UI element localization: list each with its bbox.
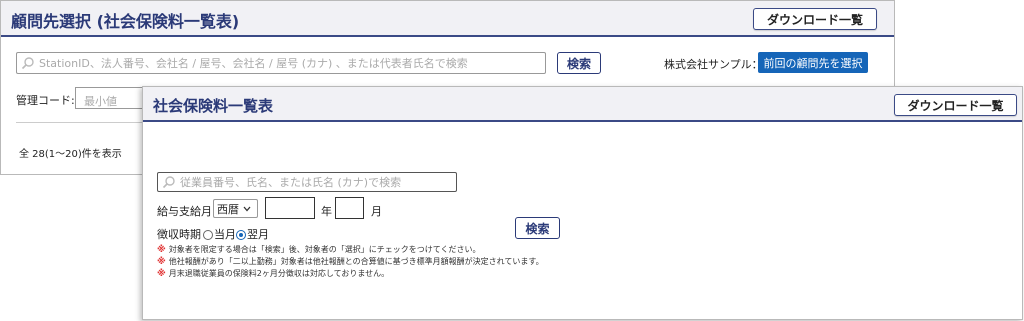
client-search-placeholder: StationID、法人番号、会社名 / 屋号、会社名 / 屋号 (カナ) 、ま… [39, 57, 468, 70]
note-text: 月末退職従業員の保険料2ヶ月分徴収は対応しておりません。 [168, 269, 390, 278]
employee-search-placeholder: 従業員番号、氏名、または氏名 (カナ)で検索 [180, 176, 402, 189]
search-icon [162, 176, 175, 189]
chevron-down-icon [243, 206, 251, 211]
note-text: 対象者を限定する場合は「検索」後、対象者の「選択」にチェックをつけてください。 [168, 245, 481, 254]
insurance-list-header: 社会保険料一覧表 ダウンロード一覧 [143, 87, 1022, 122]
year-input[interactable] [265, 197, 315, 219]
radio-current-month[interactable] [203, 230, 213, 240]
client-search-button[interactable]: 検索 [557, 52, 601, 74]
pay-month-label: 給与支給月 [157, 205, 212, 218]
collection-option-current[interactable]: 当月 [203, 226, 236, 242]
client-search-input[interactable]: StationID、法人番号、会社名 / 屋号、会社名 / 屋号 (カナ) 、ま… [16, 52, 546, 74]
search-icon [21, 57, 34, 70]
client-selection-header: 顧問先選択 (社会保険料一覧表) ダウンロード一覧 [1, 1, 894, 37]
employee-search-button[interactable]: 検索 [515, 217, 560, 239]
note-mark: ※ [157, 268, 166, 279]
option-next-label: 翌月 [247, 228, 269, 241]
collection-option-next[interactable]: 翌月 [236, 226, 269, 242]
note-mark: ※ [157, 256, 166, 267]
management-code-min-input[interactable]: 最小値 [75, 87, 147, 109]
option-current-label: 当月 [214, 228, 236, 241]
month-unit-label: 月 [371, 205, 382, 218]
insurance-list-title: 社会保険料一覧表 [153, 97, 274, 115]
note-item: ※ 対象者を限定する場合は「検索」後、対象者の「選択」にチェックをつけてください… [157, 244, 481, 255]
download-list-button[interactable]: ダウンロード一覧 [894, 94, 1017, 116]
company-name-label: 株式会社サンプル： [664, 58, 763, 71]
result-count-text: 全 28(1〜20)件を表示 [19, 149, 122, 160]
note-item: ※ 月末退職従業員の保険料2ヶ月分徴収は対応しておりません。 [157, 268, 389, 279]
radio-next-month[interactable] [236, 230, 246, 240]
note-item: ※ 他社報酬があり「二以上勤務」対象者は他社報酬との合算値に基づき標準月額報酬が… [157, 256, 544, 267]
client-selection-title: 顧問先選択 (社会保険料一覧表) [11, 12, 240, 31]
divider [16, 122, 144, 123]
year-unit-label: 年 [321, 205, 332, 218]
note-text: 他社報酬があり「二以上勤務」対象者は他社報酬との合算値に基づき標準月額報酬が決定… [168, 257, 544, 266]
era-select[interactable]: 西暦 [213, 199, 258, 218]
insurance-list-window: 社会保険料一覧表 ダウンロード一覧 従業員番号、氏名、または氏名 (カナ)で検索… [142, 86, 1023, 320]
download-list-button[interactable]: ダウンロード一覧 [753, 8, 877, 30]
era-select-value: 西暦 [217, 202, 239, 216]
employee-search-input[interactable]: 従業員番号、氏名、または氏名 (カナ)で検索 [157, 172, 457, 192]
management-code-label: 管理コード: [16, 94, 75, 107]
month-input[interactable] [335, 197, 364, 219]
collection-timing-label: 徴収時期 [157, 228, 201, 241]
management-code-placeholder: 最小値 [84, 95, 117, 108]
note-mark: ※ [157, 244, 166, 255]
select-previous-client-button[interactable]: 前回の顧問先を選択 [758, 52, 868, 73]
